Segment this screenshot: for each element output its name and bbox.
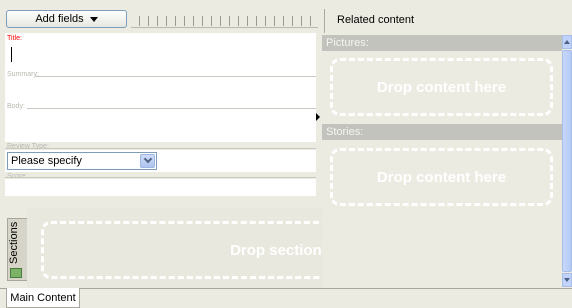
pictures-drop-label: Drop content here [376, 78, 507, 96]
add-fields-button[interactable]: Add fields [6, 10, 127, 28]
sections-tab-label: Sections [8, 221, 20, 264]
splitter-ruler[interactable] [131, 11, 318, 28]
stories-drop-label: Drop content here [376, 168, 507, 186]
pictures-header: Pictures: [322, 35, 562, 51]
stories-header: Stories: [322, 124, 562, 140]
stories-drop-zone[interactable]: Drop content here [330, 148, 553, 206]
summary-rule [35, 76, 316, 77]
scroll-thumb[interactable] [562, 50, 572, 272]
body-field[interactable] [5, 110, 316, 142]
caret-down-icon [89, 16, 98, 22]
review-type-value: Please specify [11, 155, 82, 167]
form-panel: Title: Summary: Body: [5, 33, 316, 142]
score-rule [5, 177, 316, 178]
pictures-drop-zone[interactable]: Drop content here [330, 58, 553, 116]
title-field[interactable] [5, 41, 316, 71]
body-rule [27, 108, 316, 109]
divider [324, 9, 325, 33]
triangle-right-icon[interactable] [316, 113, 320, 121]
bottom-tab-bar [0, 288, 572, 308]
chevron-down-icon[interactable] [140, 154, 155, 168]
add-fields-label: Add fields [35, 13, 84, 25]
scroll-up-icon[interactable] [562, 35, 572, 49]
tab-main-content[interactable]: Main Content [6, 288, 80, 308]
body-label: Body: [7, 103, 25, 110]
review-type-rule [5, 148, 316, 149]
score-field[interactable] [5, 179, 316, 196]
related-content-title: Related content [337, 14, 415, 26]
review-type-select[interactable]: Please specify [7, 152, 157, 170]
scroll-down-icon[interactable] [562, 273, 572, 287]
summary-field[interactable] [5, 78, 316, 103]
sections-icon [10, 268, 22, 278]
